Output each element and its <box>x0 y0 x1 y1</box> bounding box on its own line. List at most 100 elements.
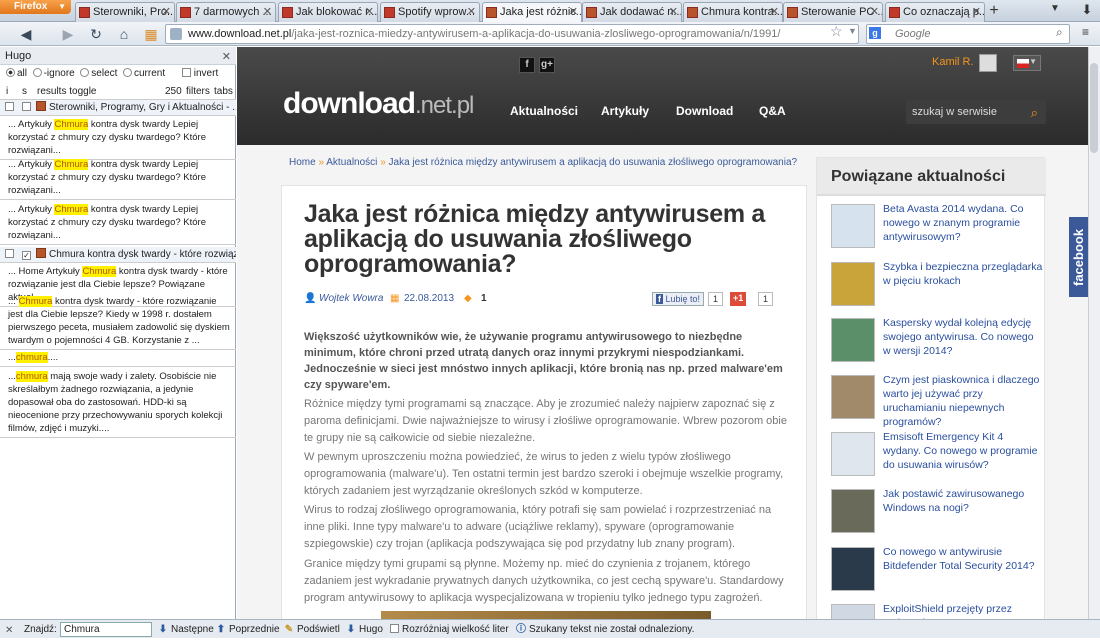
match-case-checkbox[interactable]: Rozróżniaj wielkość liter <box>390 620 509 639</box>
highlight-button[interactable]: ✎ Podświetl <box>284 620 340 639</box>
site-search-input[interactable]: szukaj w serwisie ⌕ <box>906 100 1046 124</box>
nav-artykuly[interactable]: Artykuły <box>601 104 649 118</box>
site-logo[interactable]: download.net.pl <box>283 87 474 121</box>
close-icon[interactable]: ✕ <box>5 621 13 640</box>
col-filters[interactable]: filters <box>186 84 210 100</box>
news-thumbnail[interactable] <box>831 375 875 419</box>
news-link[interactable]: Beta Avasta 2014 wydana. Co nowego w zna… <box>883 202 1043 244</box>
row-checkbox[interactable] <box>5 249 14 258</box>
home-icon[interactable]: ⌂ <box>114 25 134 43</box>
result-snippet[interactable]: ...chmura.... <box>0 349 236 367</box>
tab-9[interactable]: Co oznaczają p... ✕ <box>885 2 985 22</box>
related-news-item[interactable]: ExploitShield przejęty przez Malwarebyte… <box>831 602 1041 619</box>
back-icon[interactable]: ◀ <box>16 25 36 43</box>
user-name[interactable]: Kamil R. <box>932 56 974 68</box>
close-tab-icon[interactable]: ✕ <box>365 3 374 21</box>
url-bar[interactable]: www.download.net.pl/jaka-jest-roznica-mi… <box>165 24 859 44</box>
tab-2[interactable]: 7 darmowych ... ✕ <box>176 2 276 22</box>
related-news-item[interactable]: Czym jest piaskownica i dlaczego warto j… <box>831 373 1041 428</box>
close-tab-icon[interactable]: ✕ <box>870 3 879 21</box>
bookmarks-icon[interactable]: ▦ <box>141 25 161 43</box>
close-tab-icon[interactable]: ✕ <box>770 3 779 21</box>
search-icon[interactable]: ⌕ <box>1031 101 1038 125</box>
radio-current[interactable]: current <box>122 68 165 79</box>
scrollbar-thumb[interactable] <box>1090 63 1098 153</box>
col-i[interactable]: i <box>6 84 8 100</box>
related-news-item[interactable]: Emsisoft Emergency Kit 4 wydany. Co nowe… <box>831 430 1041 480</box>
tab-list-button[interactable]: ▼ <box>1050 3 1060 14</box>
news-thumbnail[interactable] <box>831 262 875 306</box>
google-engine-icon[interactable]: g <box>869 27 881 39</box>
tab-6[interactable]: Jak dodawać n... ✕ <box>582 2 682 22</box>
related-news-item[interactable]: Szybka i bezpieczna przeglądarka w pięci… <box>831 260 1043 310</box>
facebook-side-tab[interactable]: facebook <box>1069 217 1088 297</box>
breadcrumb-section[interactable]: Aktualności <box>326 157 377 168</box>
news-thumbnail[interactable] <box>831 547 875 591</box>
page-row[interactable]: Sterowniki, Programy, Gry i Aktualności … <box>0 100 236 116</box>
row-checkbox[interactable] <box>5 102 14 111</box>
news-link[interactable]: Jak postawić zawirusowanego Windows na n… <box>883 487 1043 515</box>
tab-7[interactable]: Chmura kontra... ✕ <box>683 2 783 22</box>
result-snippet[interactable]: ...chmura mają swoje wady i zalety. Osob… <box>0 368 236 438</box>
googleplus-icon[interactable]: g+ <box>539 57 555 73</box>
comment-count[interactable]: 1 <box>481 291 487 307</box>
hugo-button[interactable]: ⬇ Hugo <box>346 620 383 639</box>
news-link[interactable]: Kaspersky wydał kolejną edycję swojego a… <box>883 316 1043 358</box>
tab-1[interactable]: Sterowniki, Pro... ✕ <box>75 2 175 22</box>
reload-icon[interactable]: ↻ <box>86 25 106 43</box>
gplus-button[interactable]: +1 <box>730 292 747 306</box>
news-thumbnail[interactable] <box>831 318 875 362</box>
tab-8[interactable]: Sterowanie PC ... ✕ <box>783 2 883 22</box>
search-go-icon[interactable]: ⌕ <box>1056 25 1063 40</box>
radio-all[interactable]: all <box>6 68 27 79</box>
avatar[interactable] <box>979 54 997 72</box>
result-snippet[interactable]: ... Chmura kontra dysk twardy - które ro… <box>0 293 236 350</box>
related-news-item[interactable]: Beta Avasta 2014 wydana. Co nowego w zna… <box>831 202 1041 252</box>
news-link[interactable]: Szybka i bezpieczna przeglądarka w pięci… <box>883 260 1043 288</box>
news-link[interactable]: Czym jest piaskownica i dlaczego warto j… <box>883 373 1043 429</box>
downloads-icon[interactable]: ⬇ <box>1078 2 1096 20</box>
col-results-toggle[interactable]: results toggle <box>37 84 96 100</box>
col-tabs[interactable]: tabs <box>214 84 233 100</box>
nav-aktualnosci[interactable]: Aktualności <box>510 104 578 118</box>
close-tab-icon[interactable]: ✕ <box>669 3 678 21</box>
find-next-button[interactable]: ⬇ Następne <box>158 620 214 639</box>
find-input[interactable]: Chmura <box>60 622 152 637</box>
news-link[interactable]: ExploitShield przejęty przez Malwarebyte… <box>883 602 1043 619</box>
nav-download[interactable]: Download <box>676 104 733 118</box>
breadcrumb-current[interactable]: Jaka jest różnica między antywirusem a a… <box>389 157 798 168</box>
result-snippet[interactable]: ... Artykuły Chmura kontra dysk twardy L… <box>0 201 236 245</box>
news-thumbnail[interactable] <box>831 489 875 533</box>
close-tab-icon[interactable]: ✕ <box>569 3 578 21</box>
col-s[interactable]: s <box>22 84 27 100</box>
language-selector[interactable]: ▼ <box>1013 55 1041 71</box>
forward-icon[interactable]: ▶ <box>58 25 78 43</box>
find-prev-button[interactable]: ⬆ Poprzednie <box>216 620 280 639</box>
invert-checkbox[interactable]: invert <box>181 68 218 79</box>
tab-4[interactable]: Spotify wprow... ✕ <box>380 2 480 22</box>
close-tab-icon[interactable]: ✕ <box>972 3 981 21</box>
news-link[interactable]: Co nowego w antywirusie Bitdefender Tota… <box>883 545 1043 573</box>
site-identity-icon[interactable] <box>170 28 182 40</box>
web-search-input[interactable]: Google <box>866 24 1070 44</box>
tab-5[interactable]: Jaka jest różnic... ✕ <box>482 2 582 22</box>
result-snippet[interactable]: ... Artykuły Chmura kontra dysk twardy L… <box>0 156 236 200</box>
row-checkbox-select[interactable] <box>22 102 31 111</box>
close-icon[interactable]: ✕ <box>222 48 231 66</box>
news-thumbnail[interactable] <box>831 432 875 476</box>
tab-3[interactable]: Jak blokować r... ✕ <box>278 2 378 22</box>
author-link[interactable]: Wojtek Wowra <box>319 291 383 307</box>
facebook-icon[interactable]: f <box>519 57 535 73</box>
result-snippet[interactable]: ... Artykuły Chmura kontra dysk twardy L… <box>0 116 236 160</box>
radio-ignore[interactable]: -ignore <box>32 68 75 79</box>
close-tab-icon[interactable]: ✕ <box>162 3 171 21</box>
close-tab-icon[interactable]: ✕ <box>263 3 272 21</box>
radio-select[interactable]: select <box>80 68 117 79</box>
related-news-item[interactable]: Co nowego w antywirusie Bitdefender Tota… <box>831 545 1041 595</box>
news-thumbnail[interactable] <box>831 604 875 619</box>
toolbar-menu-icon[interactable]: ≡ <box>1082 25 1089 39</box>
breadcrumb-home[interactable]: Home <box>289 157 316 168</box>
url-dropdown-icon[interactable]: ▼ <box>848 26 857 36</box>
firefox-menu-button[interactable]: Firefox ▼ <box>0 0 71 14</box>
new-tab-button[interactable]: + <box>985 3 1003 21</box>
